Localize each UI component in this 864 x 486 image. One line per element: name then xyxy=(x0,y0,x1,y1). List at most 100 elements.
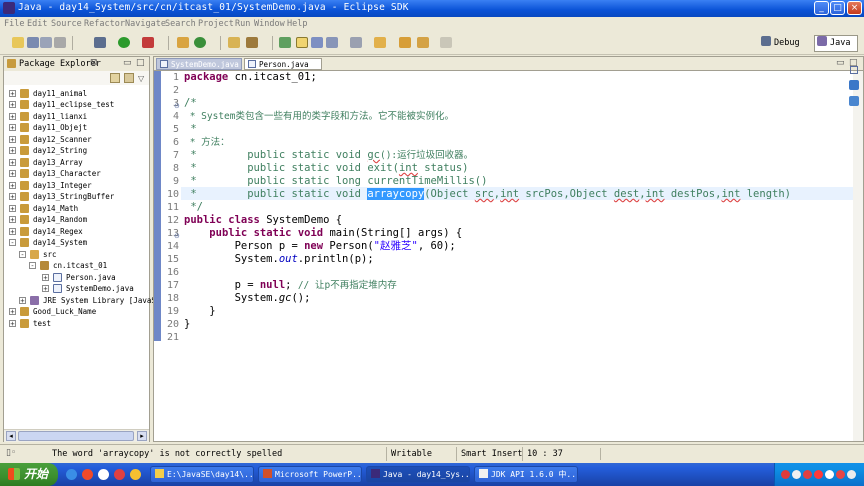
menu-window[interactable]: Window xyxy=(254,19,285,29)
perspective-debug[interactable]: Debug xyxy=(759,35,811,51)
block-selection-icon[interactable] xyxy=(311,37,323,48)
new-class-icon[interactable] xyxy=(194,37,206,48)
save-all-icon[interactable] xyxy=(40,37,52,48)
show-whitespace-icon[interactable] xyxy=(326,37,338,48)
fast-view-icon[interactable]: ▯◦ xyxy=(6,448,16,458)
expand-icon[interactable]: + xyxy=(9,193,16,201)
code-line-10[interactable]: * public static void arraycopy(Object sr… xyxy=(184,188,791,201)
code-line-12[interactable]: public class SystemDemo { xyxy=(184,214,342,227)
code-line-7[interactable]: * public static void gc():运行垃圾回收器。 xyxy=(184,149,473,162)
task-eclipse[interactable]: Java - day14_Sys... xyxy=(366,466,470,483)
code-line-8[interactable]: * public static void exit(int status) xyxy=(184,162,468,175)
collapse-icon[interactable]: - xyxy=(19,251,26,259)
scroll-thumb[interactable] xyxy=(18,431,134,441)
menu-navigate[interactable]: Navigate xyxy=(125,19,166,29)
tab-person-java[interactable]: Person.java xyxy=(244,58,322,70)
code-line-9[interactable]: * public static long currentTimeMillis() xyxy=(184,175,487,188)
editor-vertical-scrollbar[interactable] xyxy=(853,71,863,441)
code-line-14[interactable]: Person p = new Person("赵雅芝", 60); xyxy=(184,240,456,253)
search-icon[interactable] xyxy=(246,37,258,48)
external-tools-icon[interactable] xyxy=(142,37,154,48)
fold-icon[interactable]: ⊖ xyxy=(174,102,180,110)
collapse-icon[interactable]: - xyxy=(9,239,16,247)
minimize-view-icon[interactable]: ▭ xyxy=(123,58,132,68)
back-icon[interactable] xyxy=(417,37,429,48)
menu-refactor[interactable]: Refactor xyxy=(84,19,125,29)
pilcrow-icon[interactable] xyxy=(350,37,362,48)
maximize-view-icon[interactable]: □ xyxy=(136,58,145,68)
expand-icon[interactable]: + xyxy=(9,101,16,109)
close-view-icon[interactable]: ⊠ xyxy=(90,58,98,68)
menu-search[interactable]: Search xyxy=(165,19,196,29)
tray-app-icon[interactable] xyxy=(781,470,790,479)
tray-recorder-icon[interactable] xyxy=(814,470,823,479)
menu-edit[interactable]: Edit xyxy=(27,19,47,29)
print-icon[interactable] xyxy=(54,37,66,48)
view-menu-icon[interactable]: ▽ xyxy=(138,74,144,83)
outline-icon[interactable] xyxy=(849,80,859,90)
collapse-icon[interactable]: - xyxy=(29,262,36,270)
menu-file[interactable]: File xyxy=(4,19,24,29)
collapse-all-icon[interactable] xyxy=(110,73,120,83)
code-line-5[interactable]: * xyxy=(184,123,196,136)
debug-icon[interactable] xyxy=(94,37,106,48)
code-line-20[interactable]: } xyxy=(184,318,190,331)
code-line-18[interactable]: System.gc(); xyxy=(184,292,311,305)
task-jdk-api[interactable]: JDK API 1.6.0 中... xyxy=(474,466,578,483)
task-powerpoint[interactable]: Microsoft PowerP... xyxy=(258,466,362,483)
expand-icon[interactable]: + xyxy=(9,124,16,132)
code-line-13[interactable]: public static void main(String[] args) { xyxy=(184,227,462,240)
minimize-button[interactable]: _ xyxy=(814,1,829,15)
task-list-icon[interactable] xyxy=(849,96,859,106)
menu-project[interactable]: Project xyxy=(198,19,234,29)
save-icon[interactable] xyxy=(27,37,39,48)
code-line-19[interactable]: } xyxy=(184,305,215,318)
code-line-1[interactable]: package cn.itcast_01; xyxy=(184,71,317,84)
tray-volume-icon[interactable] xyxy=(847,470,856,479)
tab-systemdemo-java[interactable]: SystemDemo.java xyxy=(156,58,242,70)
forward-icon[interactable] xyxy=(440,37,452,48)
new-icon[interactable] xyxy=(12,37,24,48)
scroll-left-icon[interactable]: ◂ xyxy=(6,431,16,441)
tray-alert-icon[interactable] xyxy=(836,470,845,479)
menu-source[interactable]: Source xyxy=(51,19,82,29)
expand-icon[interactable]: + xyxy=(19,297,26,305)
restore-view-icon[interactable] xyxy=(850,66,858,74)
last-edit-icon[interactable] xyxy=(399,37,411,48)
expand-icon[interactable]: + xyxy=(42,285,49,293)
code-line-3[interactable]: /* xyxy=(184,97,197,110)
task-explorer[interactable]: E:\JavaSE\day14\... xyxy=(150,466,254,483)
package-explorer-tab[interactable]: Package Explorer ⊠ ▭ □ xyxy=(4,57,149,72)
scroll-right-icon[interactable]: ▸ xyxy=(137,431,147,441)
expand-icon[interactable]: + xyxy=(9,170,16,178)
menu-help[interactable]: Help xyxy=(287,19,307,29)
open-type-icon[interactable] xyxy=(228,37,240,48)
expand-icon[interactable]: + xyxy=(42,274,49,282)
tray-security-icon[interactable] xyxy=(803,470,812,479)
fold-icon[interactable]: ⊖ xyxy=(174,232,180,240)
code-line-17[interactable]: p = null; // 让p不再指定堆内存 xyxy=(184,279,397,292)
highlight-icon[interactable] xyxy=(296,37,308,48)
expand-icon[interactable]: + xyxy=(9,136,16,144)
expand-icon[interactable]: + xyxy=(9,147,16,155)
expand-icon[interactable]: + xyxy=(9,216,16,224)
next-annotation-icon[interactable] xyxy=(374,37,386,48)
quick-launch-chrome-icon[interactable] xyxy=(98,469,109,480)
expand-icon[interactable]: + xyxy=(9,228,16,236)
toggle-mark-icon[interactable] xyxy=(279,37,291,48)
quick-launch-folder-icon[interactable] xyxy=(130,469,141,480)
code-line-11[interactable]: */ xyxy=(184,201,203,214)
perspective-java[interactable]: Java xyxy=(814,35,858,52)
expand-icon[interactable]: + xyxy=(9,182,16,190)
new-java-project-icon[interactable] xyxy=(177,37,189,48)
quick-launch-desktop-icon[interactable] xyxy=(66,469,77,480)
start-button[interactable]: 开始 xyxy=(0,463,58,486)
tray-ime-icon[interactable] xyxy=(825,470,834,479)
expand-icon[interactable]: + xyxy=(9,159,16,167)
code-line-4[interactable]: * System类包含一些有用的类字段和方法。它不能被实例化。 xyxy=(184,110,454,123)
quick-launch-app-icon[interactable] xyxy=(114,469,125,480)
maximize-button[interactable]: □ xyxy=(830,1,845,15)
link-with-editor-icon[interactable] xyxy=(124,73,134,83)
expand-icon[interactable]: + xyxy=(9,90,16,98)
run-icon[interactable] xyxy=(118,37,130,48)
